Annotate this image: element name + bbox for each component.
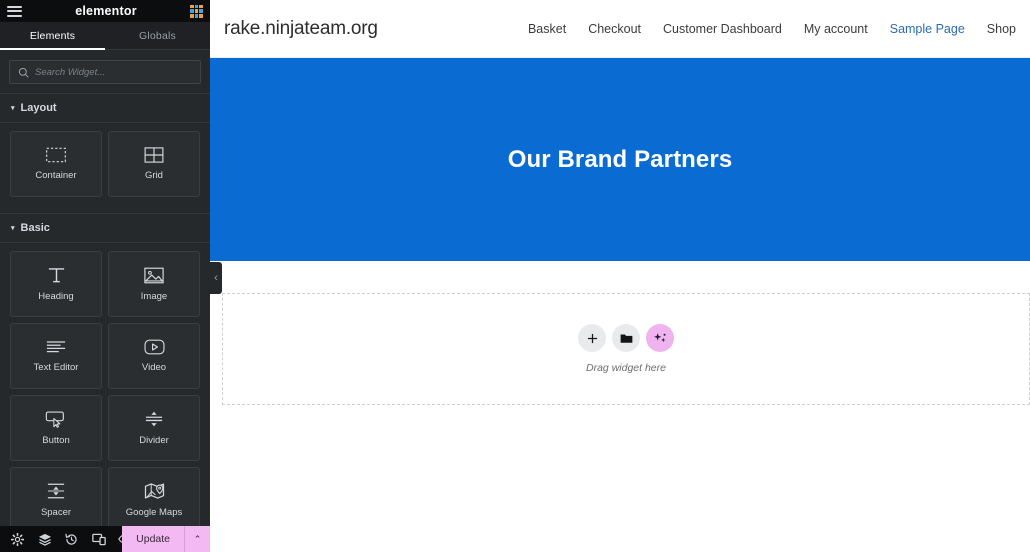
widget-image[interactable]: Image [108, 251, 200, 317]
widget-container[interactable]: Container [10, 131, 102, 197]
heading-icon [48, 268, 64, 283]
nav-link-my-account[interactable]: My account [804, 22, 868, 36]
drop-zone-hint: Drag widget here [586, 362, 666, 374]
update-button-group: Update ⌃ [122, 526, 210, 552]
editor-canvas: rake.ninjateam.org Basket Checkout Custo… [210, 0, 1030, 552]
google-maps-icon [144, 483, 164, 499]
widget-spacer-label: Spacer [40, 507, 72, 518]
widget-video-label: Video [141, 362, 167, 373]
chevron-left-icon: ‹ [214, 272, 218, 284]
update-button[interactable]: Update [122, 526, 184, 552]
elementor-editor: elementor Elements Globals Search Widget… [0, 0, 1030, 552]
category-header-layout[interactable]: ▾ Layout [0, 93, 210, 123]
category-title-layout: Layout [20, 102, 57, 114]
widget-spacer[interactable]: Spacer [10, 467, 102, 526]
nav-link-customer-dashboard[interactable]: Customer Dashboard [663, 22, 782, 36]
nav-link-sample-page[interactable]: Sample Page [890, 22, 965, 36]
canvas-body: Drag widget here · [210, 261, 1030, 552]
video-icon [143, 339, 165, 355]
widget-grid[interactable]: Grid [108, 131, 200, 197]
container-icon [46, 147, 66, 163]
widget-video[interactable]: Video [108, 323, 200, 389]
elementor-brand-title: elementor [75, 3, 137, 18]
folder-icon [620, 333, 632, 343]
widget-text-editor[interactable]: Text Editor [10, 323, 102, 389]
hamburger-menu-icon[interactable] [7, 5, 22, 17]
widget-text-editor-label: Text Editor [33, 361, 79, 373]
button-icon [45, 410, 64, 428]
widget-heading[interactable]: Heading [10, 251, 102, 317]
responsive-mode-icon[interactable] [85, 526, 112, 552]
site-nav: Basket Checkout Customer Dashboard My ac… [528, 22, 1016, 36]
elementor-panel: elementor Elements Globals Search Widget… [0, 0, 222, 552]
widget-grid-layout: Container Grid [0, 123, 210, 197]
chevron-down-icon: ▾ [11, 224, 15, 232]
image-icon [144, 267, 164, 283]
search-input[interactable] [35, 66, 192, 78]
nav-link-checkout[interactable]: Checkout [588, 22, 641, 36]
widget-container-label: Container [35, 170, 77, 181]
search-box[interactable] [9, 60, 201, 84]
widget-heading-label: Heading [38, 291, 74, 302]
widgets-list: ▾ Layout Container Grid ▾ Basic Heading … [0, 93, 210, 526]
search-icon [18, 67, 29, 77]
category-header-basic[interactable]: ▾ Basic [0, 213, 210, 243]
widget-image-label: Image [140, 290, 168, 302]
panel-footer: Update ⌃ [0, 526, 210, 552]
text-editor-icon [46, 340, 66, 352]
divider-icon [145, 411, 163, 427]
widget-grid-label: Grid [145, 170, 163, 181]
widget-button-label: Button [42, 434, 70, 446]
plus-icon [587, 333, 597, 343]
tab-globals[interactable]: Globals [105, 22, 210, 49]
drop-zone[interactable]: Drag widget here [222, 293, 1030, 405]
panel-collapse-handle[interactable]: ‹ [210, 262, 222, 294]
add-template-button[interactable] [612, 324, 640, 352]
ai-generate-button[interactable] [646, 324, 674, 352]
search-widget-container [0, 50, 210, 93]
hero-title: Our Brand Partners [507, 145, 733, 173]
tab-elements[interactable]: Elements [0, 22, 105, 50]
nav-link-basket[interactable]: Basket [528, 22, 566, 36]
chevron-up-icon[interactable]: ⌃ [184, 526, 210, 552]
widget-divider-label: Divider [139, 435, 169, 446]
widget-grid-basic: Heading Image Text Editor Video Button D… [0, 243, 210, 526]
widget-divider[interactable]: Divider [108, 395, 200, 461]
chevron-down-icon: ▾ [11, 104, 15, 112]
hero-banner[interactable]: Our Brand Partners [210, 58, 1030, 261]
add-widget-button[interactable] [578, 324, 606, 352]
navigator-layers-icon[interactable] [31, 526, 58, 552]
grid-icon [144, 147, 164, 163]
drop-zone-actions [578, 324, 674, 352]
footer-icon-group [0, 526, 139, 552]
settings-gear-icon[interactable] [4, 526, 31, 552]
site-logo[interactable]: rake.ninjateam.org [224, 18, 378, 40]
category-title-basic: Basic [20, 222, 50, 234]
panel-tabs: Elements Globals [0, 22, 210, 50]
sparkles-icon [653, 332, 666, 342]
site-header: rake.ninjateam.org Basket Checkout Custo… [210, 0, 1030, 58]
spacer-icon [47, 483, 65, 499]
update-button-label: Update [136, 533, 170, 545]
apps-grid-icon[interactable] [189, 4, 203, 18]
panel-topbar: elementor [0, 0, 210, 22]
widget-button[interactable]: Button [10, 395, 102, 461]
widget-google-maps-label: Google Maps [125, 507, 183, 518]
history-clock-icon[interactable] [58, 526, 85, 552]
tab-elements-label: Elements [29, 29, 76, 42]
nav-link-shop[interactable]: Shop [987, 22, 1016, 36]
widget-google-maps[interactable]: Google Maps [108, 467, 200, 526]
tab-globals-label: Globals [138, 29, 176, 42]
